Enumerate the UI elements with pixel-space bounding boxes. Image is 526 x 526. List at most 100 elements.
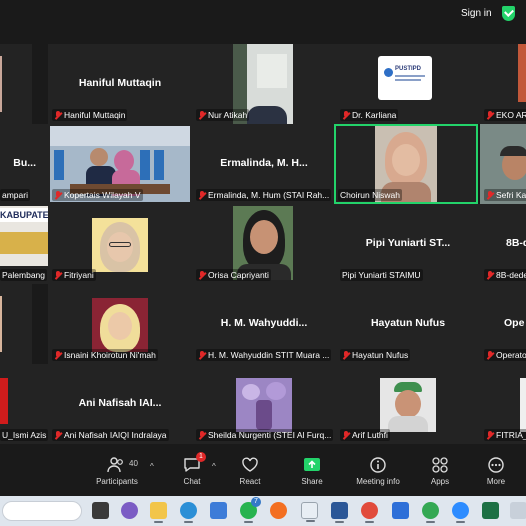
participant-label: EKO ARI <box>484 109 526 121</box>
participant-tile[interactable]: Haniful Muttaqin Haniful Muttaqin <box>48 44 192 124</box>
video-feed: KABUPATE <box>0 206 48 266</box>
participant-label: Hayatun Nufus <box>340 349 411 361</box>
mic-muted-icon <box>198 190 206 200</box>
participant-label: Kopertais Wilayah V <box>52 189 143 201</box>
video-feed <box>92 218 148 272</box>
participant-name: Hayatun Nufus <box>370 317 446 329</box>
chat-chevron-icon[interactable]: ^ <box>212 462 216 471</box>
taskbar-search-box[interactable] <box>2 501 82 521</box>
participants-chevron-icon[interactable]: ^ <box>150 462 154 471</box>
settings-icon[interactable] <box>510 502 526 519</box>
participant-tile[interactable]: Bu... ampari <box>0 124 48 204</box>
teams-chat-icon[interactable] <box>121 502 138 519</box>
participant-label: Choirun Niswah <box>338 189 402 201</box>
participant-tile[interactable]: Ermalinda, M. H... Ermalinda, M. Hum (ST… <box>192 124 336 204</box>
shield-icon[interactable] <box>502 6 515 21</box>
share-label: Share <box>301 477 323 486</box>
meeting-info-button[interactable]: Meeting info <box>348 456 408 486</box>
participant-label: H. M. Wahyuddin STIT Muara ... <box>196 349 332 361</box>
info-icon <box>368 456 388 474</box>
more-label: More <box>486 477 506 486</box>
mic-muted-icon <box>342 430 350 440</box>
participant-tile[interactable]: 8B-d 8B-dede <box>480 204 526 284</box>
participant-label: Sefri Kar <box>484 189 526 201</box>
edge-icon[interactable] <box>180 502 197 523</box>
mic-muted-icon <box>486 350 494 360</box>
participant-tile[interactable]: Hayatun Nufus Hayatun Nufus <box>336 284 480 364</box>
mic-muted-icon <box>486 270 494 280</box>
participant-tile[interactable]: PUSTIPD Dr. Karliana <box>336 44 480 124</box>
participant-tile[interactable]: U_Ismi Azis <box>0 364 48 444</box>
chat-button[interactable]: 1 Chat <box>162 452 222 486</box>
participant-label: Nur Atikah <box>196 109 250 121</box>
participant-label: Isnaini Khoirotun Ni'mah <box>52 349 158 361</box>
participants-button[interactable]: 40 Participants <box>87 456 147 486</box>
apps-icon <box>430 456 450 474</box>
participant-tile[interactable]: Nur Atikah <box>192 44 336 124</box>
video-app-icon[interactable] <box>392 502 409 519</box>
file-explorer-icon[interactable] <box>150 502 167 523</box>
mic-muted-icon <box>54 430 62 440</box>
participant-tile[interactable]: Isnaini Khoirotun Ni'mah <box>48 284 192 364</box>
chat-badge: 1 <box>196 452 206 462</box>
participant-name: Haniful Muttaqin <box>78 77 162 89</box>
mic-muted-icon <box>342 350 350 360</box>
zoom-meeting-window: Sign in Haniful Muttaqin Haniful Muttaqi… <box>0 0 526 526</box>
mic-muted-icon <box>486 430 494 440</box>
share-button[interactable]: Share <box>282 456 342 486</box>
participant-label: FITRIA_3 <box>484 429 526 441</box>
video-feed <box>520 378 526 432</box>
whatsapp-icon[interactable]: 7 <box>240 497 261 523</box>
top-bar: Sign in <box>0 0 526 30</box>
participant-label: 8B-dede <box>484 269 526 281</box>
participant-tile[interactable]: Kopertais Wilayah V <box>48 124 192 204</box>
participant-label: Pipi Yuniarti STAIMU <box>340 269 423 281</box>
mic-muted-icon <box>54 350 62 360</box>
apps-label: Apps <box>430 477 450 486</box>
react-button[interactable]: React <box>220 456 280 486</box>
participant-tile[interactable]: Pipi Yuniarti ST... Pipi Yuniarti STAIMU <box>336 204 480 284</box>
participant-count: 40 <box>129 459 138 468</box>
react-label: React <box>239 477 261 486</box>
video-feed <box>0 378 8 424</box>
more-icon <box>486 456 506 474</box>
sign-in-button[interactable]: Sign in <box>461 8 492 19</box>
task-view-icon[interactable] <box>92 502 109 519</box>
participant-tile[interactable]: Sheilda Nurgenti (STEI Al Furq... <box>192 364 336 444</box>
participant-tile[interactable]: Fitriyani <box>48 204 192 284</box>
more-button[interactable]: More <box>466 456 526 486</box>
participant-tile[interactable]: Ope Operato <box>480 284 526 364</box>
participant-tile[interactable]: EKO ARI <box>480 44 526 124</box>
participant-name: Bu... <box>13 157 36 169</box>
snipping-tool-icon[interactable] <box>301 502 318 522</box>
apps-button[interactable]: Apps <box>410 456 470 486</box>
heart-icon <box>240 456 260 474</box>
excel-icon[interactable] <box>482 502 499 519</box>
participant-name: H. M. Wahyuddi... <box>220 317 308 329</box>
participant-tile-active-speaker[interactable]: Choirun Niswah <box>334 124 478 204</box>
chrome-profile-icon[interactable] <box>422 502 439 523</box>
participant-tile[interactable]: H. M. Wahyuddi... H. M. Wahyuddin STIT M… <box>192 284 336 364</box>
participant-label: Arif Luthfi <box>340 429 390 441</box>
participant-tile[interactable] <box>0 44 32 124</box>
participant-tile[interactable] <box>0 284 32 364</box>
word-icon[interactable] <box>331 502 348 523</box>
participant-tile[interactable]: Arif Luthfi <box>336 364 480 444</box>
mic-muted-icon <box>54 110 62 120</box>
participant-label: ampari <box>0 189 30 201</box>
meeting-info-label: Meeting info <box>356 477 400 486</box>
participant-tile[interactable]: FITRIA_3 <box>480 364 526 444</box>
firefox-icon[interactable] <box>270 502 287 519</box>
store-icon[interactable] <box>210 502 227 519</box>
mic-muted-icon <box>54 190 62 200</box>
video-feed <box>380 378 436 432</box>
participant-tile[interactable]: Ani Nafisah IAI... Ani Nafisah IAIQI Ind… <box>48 364 192 444</box>
participant-name: Ani Nafisah IAI... <box>78 397 162 409</box>
participant-tile[interactable]: Orisa Capriyanti <box>192 204 336 284</box>
participant-tile[interactable]: KABUPATE Palembang <box>0 204 48 284</box>
participant-tile[interactable]: Sefri Kar <box>480 124 526 204</box>
banner-text: KABUPATE <box>0 208 48 222</box>
zoom-icon[interactable] <box>452 502 469 523</box>
participants-icon: 40 <box>107 456 138 474</box>
chrome-icon[interactable] <box>361 502 378 523</box>
